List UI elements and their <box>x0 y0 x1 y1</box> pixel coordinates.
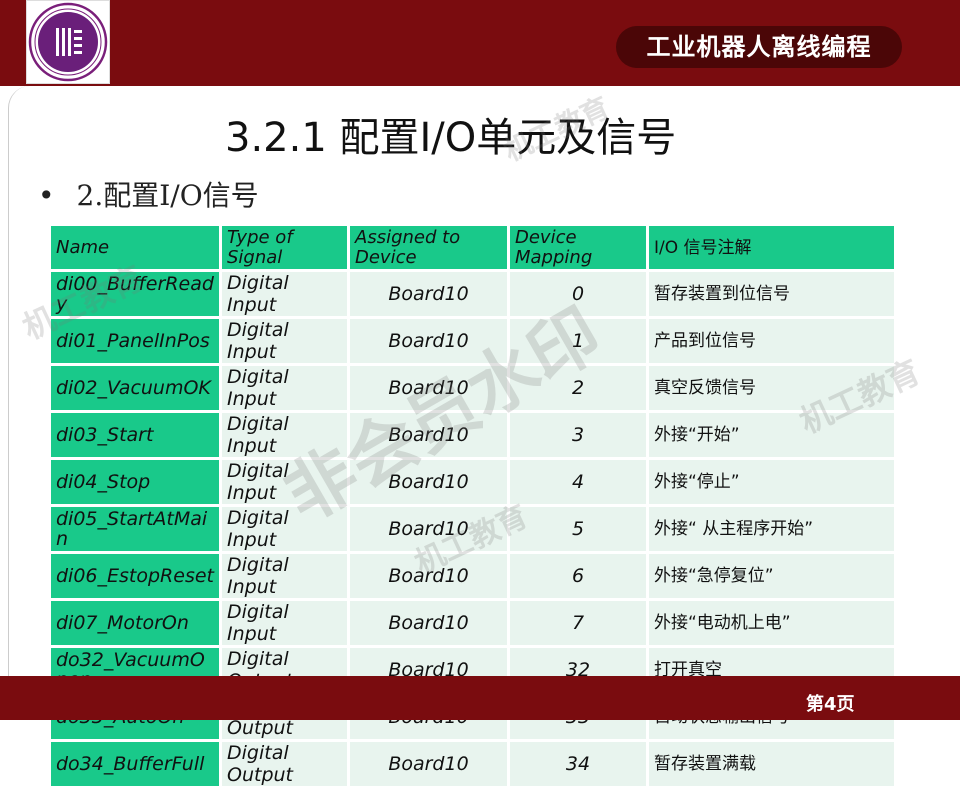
cell-name: di03_Start <box>51 413 219 457</box>
table-header-row: Name Type of Signal Assigned to Device D… <box>51 226 894 269</box>
cell-device: Board10 <box>350 601 507 645</box>
table-row: di01_PanelInPos Digital Input Board10 1 … <box>51 319 894 363</box>
cell-mapping: 4 <box>510 460 646 504</box>
page-number: 第4页 <box>806 694 855 715</box>
cell-note: 外接“电动机上电” <box>649 601 894 645</box>
cell-device: Board10 <box>350 413 507 457</box>
cell-device: Board10 <box>350 507 507 551</box>
cell-type: Digital Input <box>222 601 347 645</box>
table-row: di05_StartAtMain Digital Input Board10 5… <box>51 507 894 551</box>
cell-name: di05_StartAtMain <box>51 507 219 551</box>
cell-mapping: 3 <box>510 413 646 457</box>
cell-name: di07_MotorOn <box>51 601 219 645</box>
table-row: di02_VacuumOK Digital Input Board10 2 真空… <box>51 366 894 410</box>
cell-device: Board10 <box>350 366 507 410</box>
cell-device: Board10 <box>350 742 507 786</box>
cell-type: Digital Input <box>222 366 347 410</box>
cell-mapping: 0 <box>510 272 646 316</box>
slide-heading: 3.2.1 配置I/O单元及信号 <box>225 115 677 161</box>
cell-note: 暂存装置满载 <box>649 742 894 786</box>
header-mapping: Device Mapping <box>510 226 646 269</box>
table-row: di03_Start Digital Input Board10 3 外接“开始… <box>51 413 894 457</box>
cell-type: Digital Input <box>222 507 347 551</box>
cell-name: di04_Stop <box>51 460 219 504</box>
cell-name: di02_VacuumOK <box>51 366 219 410</box>
cell-name: do34_BufferFull <box>51 742 219 786</box>
cell-type: Digital Input <box>222 460 347 504</box>
school-logo <box>26 0 110 84</box>
cell-type: Digital Input <box>222 272 347 316</box>
cell-type: Digital Input <box>222 554 347 598</box>
cell-mapping: 7 <box>510 601 646 645</box>
cell-mapping: 5 <box>510 507 646 551</box>
cell-note: 外接“停止” <box>649 460 894 504</box>
cell-name: di00_BufferReady <box>51 272 219 316</box>
cell-note: 外接“开始” <box>649 413 894 457</box>
table-row: do34_BufferFull Digital Output Board10 3… <box>51 742 894 786</box>
cell-device: Board10 <box>350 272 507 316</box>
table-row: di07_MotorOn Digital Input Board10 7 外接“… <box>51 601 894 645</box>
cell-note: 外接“急停复位” <box>649 554 894 598</box>
cell-mapping: 2 <box>510 366 646 410</box>
header-name: Name <box>51 226 219 269</box>
table-row: di00_BufferReady Digital Input Board10 0… <box>51 272 894 316</box>
bullet-dot-icon: • <box>38 179 55 212</box>
cell-note: 真空反馈信号 <box>649 366 894 410</box>
table-row: di04_Stop Digital Input Board10 4 外接“停止” <box>51 460 894 504</box>
cell-note: 外接“ 从主程序开始” <box>649 507 894 551</box>
cell-name: di01_PanelInPos <box>51 319 219 363</box>
cell-mapping: 1 <box>510 319 646 363</box>
cell-type: Digital Output <box>222 742 347 786</box>
cell-note: 暂存装置到位信号 <box>649 272 894 316</box>
header-note: I/O 信号注解 <box>649 226 894 269</box>
bullet-item: • 2.配置I/O信号 <box>38 176 259 216</box>
cell-mapping: 34 <box>510 742 646 786</box>
cell-note: 产品到位信号 <box>649 319 894 363</box>
bullet-text: 2.配置I/O信号 <box>76 179 259 212</box>
table-row: di06_EstopReset Digital Input Board10 6 … <box>51 554 894 598</box>
header-type: Type of Signal <box>222 226 347 269</box>
cell-name: di06_EstopReset <box>51 554 219 598</box>
cell-device: Board10 <box>350 460 507 504</box>
cell-device: Board10 <box>350 554 507 598</box>
cell-type: Digital Input <box>222 319 347 363</box>
course-title: 工业机器人离线编程 <box>616 26 902 68</box>
cell-device: Board10 <box>350 319 507 363</box>
header-device: Assigned to Device <box>350 226 507 269</box>
cell-mapping: 6 <box>510 554 646 598</box>
cell-type: Digital Input <box>222 413 347 457</box>
